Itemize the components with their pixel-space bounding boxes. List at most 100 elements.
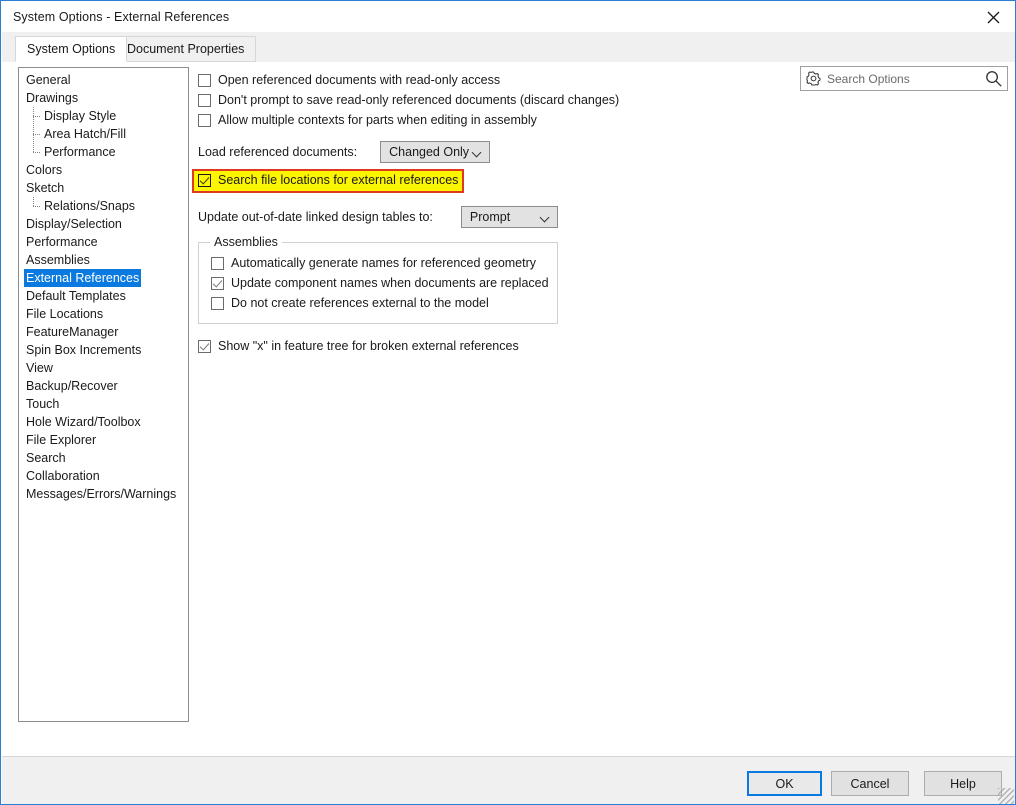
options-category-list[interactable]: GeneralDrawingsDisplay StyleArea Hatch/F… (18, 67, 189, 722)
sidebar-item-default-templates[interactable]: Default Templates (19, 287, 188, 305)
option-no-external-references-label: Do not create references external to the… (231, 295, 489, 312)
update-design-tables-dropdown[interactable]: Prompt (461, 206, 558, 228)
title-bar: System Options - External References (2, 2, 1016, 32)
tab-system-options-label: System Options (27, 42, 115, 56)
update-design-tables-value: Prompt (470, 210, 510, 224)
search-input[interactable] (821, 71, 985, 87)
sidebar-item-assemblies[interactable]: Assemblies (19, 251, 188, 269)
checkbox-show-x-broken-refs[interactable] (198, 340, 211, 353)
tree-line-horizontal (33, 134, 41, 135)
sidebar-item-label: File Explorer (26, 431, 96, 449)
sidebar-item-touch[interactable]: Touch (19, 395, 188, 413)
load-referenced-documents-label: Load referenced documents: (198, 145, 357, 159)
sidebar-item-spin-box-increments[interactable]: Spin Box Increments (19, 341, 188, 359)
sidebar-item-label: Area Hatch/Fill (44, 125, 126, 143)
option-dont-prompt-save[interactable]: Don't prompt to save read-only reference… (198, 92, 998, 112)
sidebar-item-external-references[interactable]: External References (19, 269, 188, 287)
sidebar-item-view[interactable]: View (19, 359, 188, 377)
tree-line-horizontal (33, 152, 41, 153)
option-multiple-contexts-label: Allow multiple contexts for parts when e… (218, 112, 537, 129)
dialog-content: GeneralDrawingsDisplay StyleArea Hatch/F… (2, 62, 1016, 756)
ok-button[interactable]: OK (747, 771, 822, 796)
field-update-design-tables: Update out-of-date linked design tables … (198, 205, 998, 229)
option-open-readonly-label: Open referenced documents with read-only… (218, 72, 500, 89)
sidebar-item-file-locations[interactable]: File Locations (19, 305, 188, 323)
system-options-dialog: System Options - External References Sys… (0, 0, 1016, 805)
sidebar-item-collaboration[interactable]: Collaboration (19, 467, 188, 485)
sidebar-item-relations-snaps[interactable]: Relations/Snaps (19, 197, 188, 215)
sidebar-item-colors[interactable]: Colors (19, 161, 188, 179)
sidebar-item-label: View (26, 359, 53, 377)
checkbox-update-component-names[interactable] (211, 277, 224, 290)
sidebar-item-label: External References (24, 269, 141, 287)
sidebar-item-drawings[interactable]: Drawings (19, 89, 188, 107)
sidebar-item-label: Display/Selection (26, 215, 122, 233)
tab-strip: System Options Document Properties (2, 32, 1016, 63)
sidebar-item-label: Drawings (26, 89, 78, 107)
sidebar-item-display-style[interactable]: Display Style (19, 107, 188, 125)
option-update-component-names-label: Update component names when documents ar… (231, 275, 549, 292)
sidebar-item-label: Display Style (44, 107, 116, 125)
sidebar-item-messages-errors-warnings[interactable]: Messages/Errors/Warnings (19, 485, 188, 503)
sidebar-item-search[interactable]: Search (19, 449, 188, 467)
sidebar-item-file-explorer[interactable]: File Explorer (19, 431, 188, 449)
sidebar-item-label: Assemblies (26, 251, 90, 269)
sidebar-item-label: Backup/Recover (26, 377, 118, 395)
sidebar-item-performance[interactable]: Performance (19, 143, 188, 161)
option-auto-generate-names[interactable]: Automatically generate names for referen… (211, 255, 547, 275)
cancel-button[interactable]: Cancel (831, 771, 909, 796)
sidebar-item-label: Relations/Snaps (44, 197, 135, 215)
sidebar-item-area-hatch-fill[interactable]: Area Hatch/Fill (19, 125, 188, 143)
dialog-footer: OK Cancel Help (2, 756, 1016, 805)
option-auto-generate-names-label: Automatically generate names for referen… (231, 255, 536, 272)
tree-line-horizontal (33, 206, 41, 207)
option-update-component-names[interactable]: Update component names when documents ar… (211, 275, 547, 295)
update-design-tables-label: Update out-of-date linked design tables … (198, 210, 433, 224)
sidebar-item-label: Colors (26, 161, 62, 179)
sidebar-item-display-selection[interactable]: Display/Selection (19, 215, 188, 233)
sidebar-item-hole-wizard-toolbox[interactable]: Hole Wizard/Toolbox (19, 413, 188, 431)
checkbox-open-readonly[interactable] (198, 74, 211, 87)
option-dont-prompt-save-label: Don't prompt to save read-only reference… (218, 92, 619, 109)
checkbox-no-external-references[interactable] (211, 297, 224, 310)
sidebar-item-general[interactable]: General (19, 71, 188, 89)
tab-system-options[interactable]: System Options (15, 36, 127, 62)
option-multiple-contexts[interactable]: Allow multiple contexts for parts when e… (198, 112, 998, 132)
external-references-panel: Open referenced documents with read-only… (198, 72, 998, 358)
resize-grip[interactable] (998, 788, 1014, 804)
option-show-x-broken-refs[interactable]: Show "x" in feature tree for broken exte… (198, 338, 998, 358)
sidebar-item-label: Search (26, 449, 66, 467)
tab-document-properties[interactable]: Document Properties (115, 36, 256, 62)
close-icon[interactable] (970, 2, 1016, 32)
checkbox-multiple-contexts[interactable] (198, 114, 211, 127)
chevron-down-icon (473, 150, 481, 158)
search-options-box[interactable] (800, 66, 1008, 91)
chevron-down-icon (541, 215, 549, 223)
sidebar-item-label: Hole Wizard/Toolbox (26, 413, 141, 431)
sidebar-item-label: Performance (26, 233, 98, 251)
checkbox-dont-prompt-save[interactable] (198, 94, 211, 107)
option-no-external-references[interactable]: Do not create references external to the… (211, 295, 547, 315)
sidebar-item-sketch[interactable]: Sketch (19, 179, 188, 197)
sidebar-item-featuremanager[interactable]: FeatureManager (19, 323, 188, 341)
sidebar-item-label: Messages/Errors/Warnings (26, 485, 176, 503)
sidebar-item-label: Performance (44, 143, 116, 161)
search-icon[interactable] (985, 70, 1002, 87)
gear-icon (806, 71, 821, 86)
option-search-file-locations-highlighted[interactable]: Search file locations for external refer… (192, 169, 464, 193)
sidebar-item-label: File Locations (26, 305, 103, 323)
sidebar-item-backup-recover[interactable]: Backup/Recover (19, 377, 188, 395)
assemblies-group: Assemblies Automatically generate names … (198, 242, 558, 324)
help-button[interactable]: Help (924, 771, 1002, 796)
sidebar-item-label: Spin Box Increments (26, 341, 141, 359)
checkbox-auto-generate-names[interactable] (211, 257, 224, 270)
sidebar-item-performance[interactable]: Performance (19, 233, 188, 251)
assemblies-group-title: Assemblies (210, 235, 282, 249)
field-load-referenced-documents: Load referenced documents: Changed Only (198, 140, 998, 164)
load-referenced-documents-dropdown[interactable]: Changed Only (380, 141, 490, 163)
tree-line-horizontal (33, 116, 41, 117)
load-referenced-documents-value: Changed Only (389, 145, 469, 159)
sidebar-item-label: Touch (26, 395, 59, 413)
sidebar-item-label: Collaboration (26, 467, 100, 485)
checkbox-search-file-locations[interactable] (198, 174, 211, 187)
